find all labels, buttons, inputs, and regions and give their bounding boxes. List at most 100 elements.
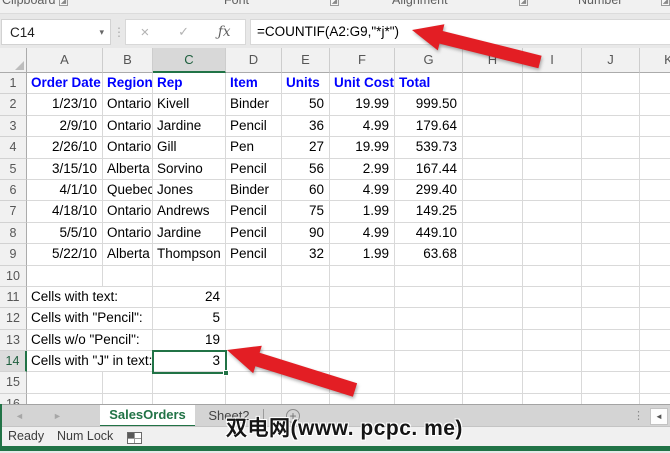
tab-bar-more-icon[interactable]: ⋮ <box>633 405 644 427</box>
cell-K10[interactable] <box>640 266 670 287</box>
cell-F1[interactable]: Unit Cost <box>330 73 395 94</box>
column-header-D[interactable]: D <box>226 48 282 73</box>
cell-I16[interactable] <box>523 394 582 404</box>
column-header-F[interactable]: F <box>330 48 395 73</box>
cell-G6[interactable]: 299.40 <box>395 180 463 201</box>
cell-J14[interactable] <box>582 351 640 372</box>
column-header-B[interactable]: B <box>103 48 153 73</box>
cell-H12[interactable] <box>463 308 523 329</box>
cell-A9[interactable]: 5/22/10 <box>27 244 103 265</box>
cell-C13[interactable]: 19 <box>153 330 226 351</box>
cell-H11[interactable] <box>463 287 523 308</box>
cell-H4[interactable] <box>463 137 523 158</box>
cell-A15[interactable] <box>27 372 103 393</box>
sheet-nav-left-icon[interactable]: ◄ <box>15 405 24 427</box>
cell-G7[interactable]: 149.25 <box>395 201 463 222</box>
cell-D16[interactable] <box>226 394 282 404</box>
cell-B4[interactable]: Ontario <box>103 137 153 158</box>
cell-E1[interactable]: Units <box>282 73 330 94</box>
cell-D6[interactable]: Binder <box>226 180 282 201</box>
cell-J9[interactable] <box>582 244 640 265</box>
cell-I3[interactable] <box>523 116 582 137</box>
cell-D13[interactable] <box>226 330 282 351</box>
cell-I15[interactable] <box>523 372 582 393</box>
cell-I13[interactable] <box>523 330 582 351</box>
cell-F13[interactable] <box>330 330 395 351</box>
cell-F11[interactable] <box>330 287 395 308</box>
cell-A16[interactable] <box>27 394 103 404</box>
cell-F16[interactable] <box>330 394 395 404</box>
cell-D7[interactable]: Pencil <box>226 201 282 222</box>
cell-G13[interactable] <box>395 330 463 351</box>
cell-A3[interactable]: 2/9/10 <box>27 116 103 137</box>
sheet-nav-right-icon[interactable]: ► <box>53 405 62 427</box>
cell-G2[interactable]: 999.50 <box>395 94 463 115</box>
cell-H3[interactable] <box>463 116 523 137</box>
cell-D12[interactable] <box>226 308 282 329</box>
cell-A4[interactable]: 2/26/10 <box>27 137 103 158</box>
cell-D4[interactable]: Pen <box>226 137 282 158</box>
cell-K7[interactable] <box>640 201 670 222</box>
cell-A7[interactable]: 4/18/10 <box>27 201 103 222</box>
row-header-5[interactable]: 5 <box>0 159 27 180</box>
cell-I14[interactable] <box>523 351 582 372</box>
cell-E8[interactable]: 90 <box>282 223 330 244</box>
cell-E2[interactable]: 50 <box>282 94 330 115</box>
dialog-launcher-icon[interactable]: ◢ <box>519 0 528 6</box>
cell-A12[interactable]: Cells with "Pencil": <box>27 308 153 329</box>
cell-K4[interactable] <box>640 137 670 158</box>
cell-A1[interactable]: Order Date <box>27 73 103 94</box>
cell-G1[interactable]: Total <box>395 73 463 94</box>
row-header-13[interactable]: 13 <box>0 330 27 351</box>
cell-E4[interactable]: 27 <box>282 137 330 158</box>
cell-C3[interactable]: Jardine <box>153 116 226 137</box>
row-header-14[interactable]: 14 <box>0 351 27 372</box>
cell-K13[interactable] <box>640 330 670 351</box>
cell-K3[interactable] <box>640 116 670 137</box>
scroll-left-button[interactable]: ◄ <box>650 408 668 425</box>
cell-A11[interactable]: Cells with text: <box>27 287 153 308</box>
dialog-launcher-icon[interactable]: ◢ <box>661 0 670 6</box>
cell-H6[interactable] <box>463 180 523 201</box>
cell-C5[interactable]: Sorvino <box>153 159 226 180</box>
column-header-K[interactable]: K <box>640 48 670 73</box>
cell-E9[interactable]: 32 <box>282 244 330 265</box>
cell-E14[interactable] <box>282 351 330 372</box>
cell-A13[interactable]: Cells w/o "Pencil": <box>27 330 153 351</box>
tab-salesorders[interactable]: SalesOrders <box>100 405 195 427</box>
cell-I6[interactable] <box>523 180 582 201</box>
cell-K6[interactable] <box>640 180 670 201</box>
cell-D1[interactable]: Item <box>226 73 282 94</box>
cell-I10[interactable] <box>523 266 582 287</box>
row-header-9[interactable]: 9 <box>0 244 27 265</box>
cell-E16[interactable] <box>282 394 330 404</box>
row-header-12[interactable]: 12 <box>0 308 27 329</box>
cell-E10[interactable] <box>282 266 330 287</box>
cell-H8[interactable] <box>463 223 523 244</box>
dialog-launcher-icon[interactable]: ◢ <box>59 0 68 6</box>
cell-G15[interactable] <box>395 372 463 393</box>
cell-B8[interactable]: Ontario <box>103 223 153 244</box>
cell-K8[interactable] <box>640 223 670 244</box>
cell-F7[interactable]: 1.99 <box>330 201 395 222</box>
cell-C15[interactable] <box>153 372 226 393</box>
cell-J12[interactable] <box>582 308 640 329</box>
cell-E5[interactable]: 56 <box>282 159 330 180</box>
cell-D5[interactable]: Pencil <box>226 159 282 180</box>
cell-D14[interactable] <box>226 351 282 372</box>
cell-C4[interactable]: Gill <box>153 137 226 158</box>
cell-C10[interactable] <box>153 266 226 287</box>
cell-H5[interactable] <box>463 159 523 180</box>
cell-G16[interactable] <box>395 394 463 404</box>
cell-G14[interactable] <box>395 351 463 372</box>
name-box-dropdown-icon[interactable]: ▾ <box>99 20 104 45</box>
column-header-I[interactable]: I <box>523 48 582 73</box>
cell-K12[interactable] <box>640 308 670 329</box>
cell-A5[interactable]: 3/15/10 <box>27 159 103 180</box>
cell-G10[interactable] <box>395 266 463 287</box>
cell-I11[interactable] <box>523 287 582 308</box>
cell-F8[interactable]: 4.99 <box>330 223 395 244</box>
cell-I8[interactable] <box>523 223 582 244</box>
cell-I12[interactable] <box>523 308 582 329</box>
cell-G8[interactable]: 449.10 <box>395 223 463 244</box>
